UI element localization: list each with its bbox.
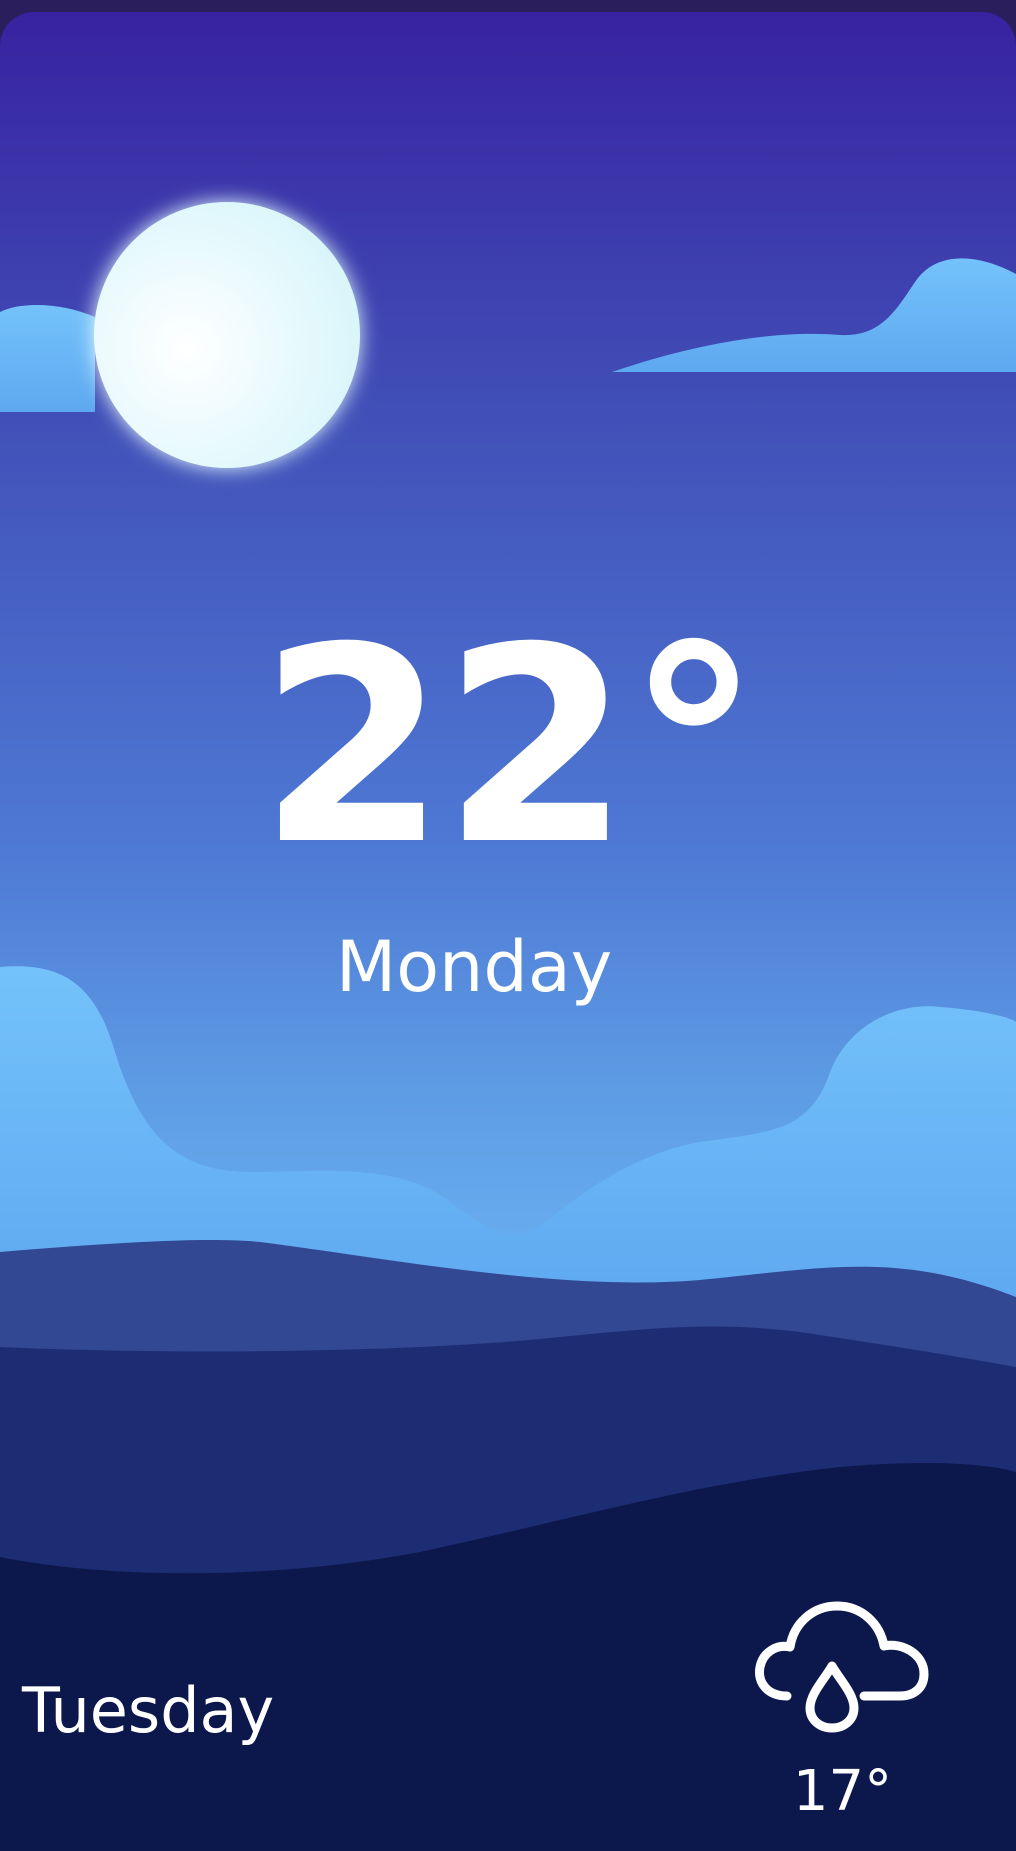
weather-card: 22° Monday Tuesday 17° <box>0 12 1016 1851</box>
cloud-right-small <box>612 258 1016 372</box>
current-day: Monday <box>335 926 613 1008</box>
forecast-day: Tuesday <box>22 1674 275 1747</box>
moon-icon <box>94 202 360 468</box>
cloud-rain-icon <box>754 1601 929 1733</box>
cloud-left-small <box>0 305 95 412</box>
forecast-temperature: 17° <box>792 1759 893 1824</box>
current-temperature: 22° <box>258 589 762 904</box>
